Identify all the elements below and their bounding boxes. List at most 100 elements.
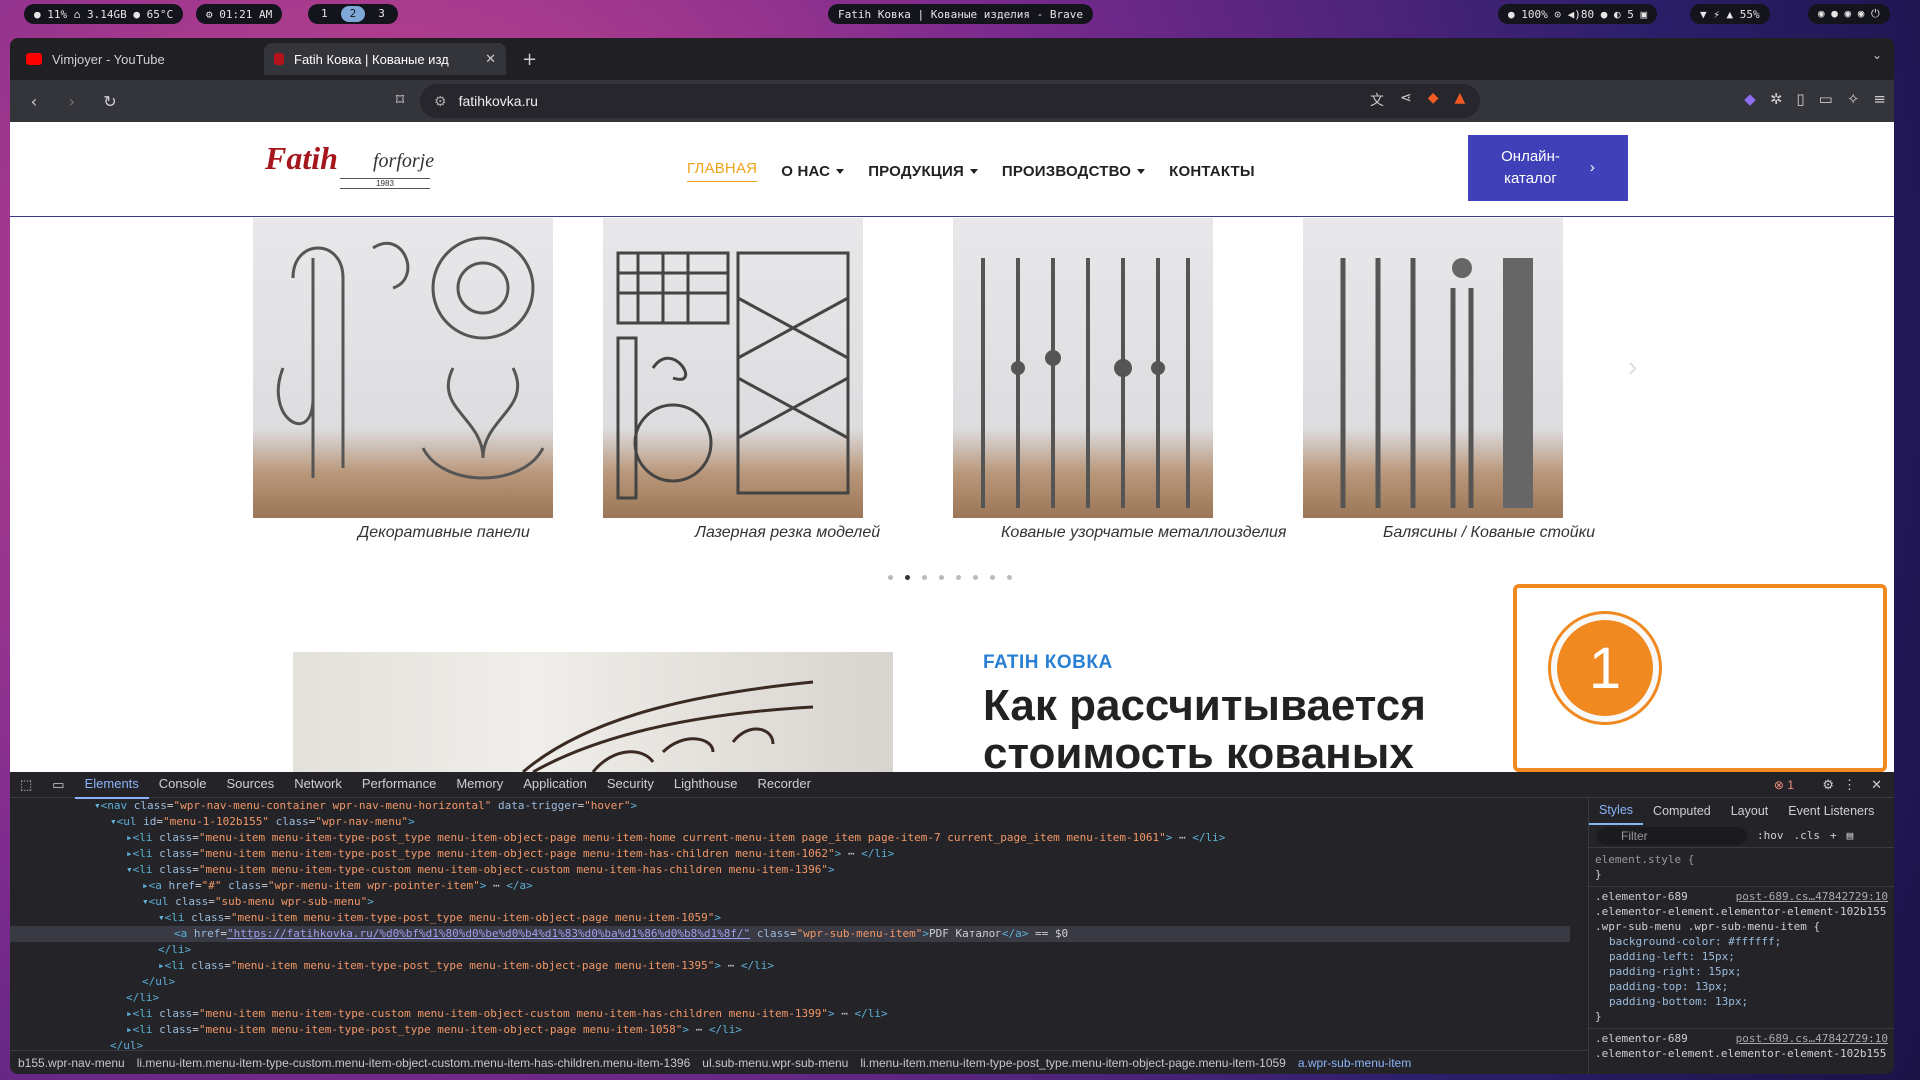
dom-node[interactable]: <a href="https://fatihkovka.ru/%d0%bf%d1… bbox=[10, 926, 1570, 942]
more-options-icon[interactable]: ⋮ bbox=[1843, 777, 1856, 793]
css-property[interactable]: padding-top: 13px; bbox=[1609, 979, 1888, 994]
css-property[interactable]: background-color: #ffffff; bbox=[1609, 934, 1888, 949]
tab-youtube[interactable]: Vimjoyer - YouTube bbox=[16, 43, 258, 75]
error-count[interactable]: ⊗ 1 bbox=[1774, 778, 1794, 792]
slide-forged-items[interactable] bbox=[953, 218, 1213, 518]
carousel-dot[interactable] bbox=[905, 575, 910, 580]
dom-tree[interactable]: ▾<nav class="wpr-nav-menu-container wpr-… bbox=[10, 798, 1570, 1050]
device-toolbar-icon[interactable]: ▭ bbox=[42, 772, 74, 798]
bookmark-icon[interactable]: ⌑ bbox=[388, 90, 412, 109]
workspace-2[interactable]: 2 bbox=[340, 6, 366, 22]
sidebar-icon[interactable]: ▯ bbox=[1796, 90, 1804, 108]
nav-item-3[interactable]: ПРОИЗВОДСТВО bbox=[1002, 160, 1146, 182]
dom-node[interactable]: ▸<a href="#" class="wpr-menu-item wpr-po… bbox=[10, 878, 1570, 894]
close-devtools-icon[interactable]: ✕ bbox=[1871, 777, 1882, 793]
devtools-tab[interactable]: Elements bbox=[74, 771, 149, 799]
dom-node[interactable]: ▾<ul id="menu-1-102b155" class="wpr-nav-… bbox=[10, 814, 1570, 830]
carousel-dot[interactable] bbox=[888, 575, 893, 580]
brave-rewards-icon[interactable]: ▲ bbox=[1455, 90, 1466, 110]
carousel-dot[interactable] bbox=[973, 575, 978, 580]
site-logo[interactable]: Fatih forforje 1983 bbox=[265, 140, 445, 198]
brave-shields-icon[interactable]: ◆ bbox=[1428, 90, 1439, 110]
nav-item-0[interactable]: ГЛАВНАЯ bbox=[687, 160, 758, 182]
css-property[interactable]: padding-bottom: 13px; bbox=[1609, 994, 1888, 1009]
slide-decorative-panels[interactable] bbox=[253, 218, 553, 518]
devtools-tab[interactable]: Recorder bbox=[747, 771, 820, 799]
inspect-element-icon[interactable]: ⬚ bbox=[10, 772, 42, 798]
devtools-tab[interactable]: Network bbox=[284, 771, 352, 799]
dom-node[interactable]: ▸<li class="menu-item menu-item-type-pos… bbox=[10, 846, 1570, 862]
breadcrumb-item[interactable]: a.wpr-sub-menu-item bbox=[1298, 1056, 1411, 1070]
rule-source-link[interactable]: post-689.cs…47842729:10 bbox=[1736, 889, 1888, 904]
devtools-tab[interactable]: Security bbox=[597, 771, 664, 799]
nav-item-4[interactable]: КОНТАКТЫ bbox=[1169, 160, 1255, 182]
close-tab-icon[interactable]: ✕ bbox=[485, 51, 496, 67]
add-rule-icon[interactable]: + bbox=[1830, 828, 1837, 843]
extensions-icon[interactable]: ✲ bbox=[1770, 90, 1783, 108]
devtools-tab[interactable]: Performance bbox=[352, 771, 446, 799]
dom-node[interactable]: </ul> bbox=[10, 1038, 1570, 1050]
address-bar[interactable]: ⚙ fatihkovka.ru bbox=[420, 84, 1480, 118]
share-icon[interactable]: ⋖ bbox=[1400, 90, 1412, 110]
leo-icon[interactable]: ◆ bbox=[1744, 90, 1756, 108]
computed-toggle-icon[interactable]: ▤ bbox=[1847, 828, 1854, 843]
breadcrumb-item[interactable]: li.menu-item.menu-item-type-custom.menu-… bbox=[137, 1056, 691, 1070]
slide-balusters[interactable] bbox=[1303, 218, 1563, 518]
menu-icon[interactable]: ≡ bbox=[1873, 90, 1886, 108]
tab-fatih[interactable]: Fatih Ковка | Кованые изд ✕ bbox=[264, 43, 506, 75]
dom-node[interactable]: ▾<nav class="wpr-nav-menu-container wpr-… bbox=[10, 798, 1570, 814]
carousel-dot[interactable] bbox=[922, 575, 927, 580]
carousel-prev-icon[interactable]: ‹ bbox=[272, 351, 281, 383]
carousel-dot[interactable] bbox=[939, 575, 944, 580]
devtools-tab[interactable]: Lighthouse bbox=[664, 771, 748, 799]
carousel-dot[interactable] bbox=[956, 575, 961, 580]
styles-subtab[interactable]: Layout bbox=[1721, 798, 1779, 824]
carousel-dot[interactable] bbox=[990, 575, 995, 580]
workspaces[interactable]: 123 bbox=[308, 4, 398, 24]
workspace-3[interactable]: 3 bbox=[369, 6, 394, 22]
dom-node[interactable]: ▾<li class="menu-item menu-item-type-cus… bbox=[10, 862, 1570, 878]
slide-laser-cut[interactable] bbox=[603, 218, 863, 518]
workspace-1[interactable]: 1 bbox=[312, 6, 337, 22]
styles-subtab[interactable]: Event Listeners bbox=[1778, 798, 1884, 824]
dom-node[interactable]: </li> bbox=[10, 942, 1570, 958]
status-indicators[interactable]: ● 100% ⊙ ◀)80 ● ◐ 5 ▣ bbox=[1498, 4, 1658, 24]
tab-list-chevron-icon[interactable]: ⌄ bbox=[1872, 48, 1882, 62]
devtools-tab[interactable]: Application bbox=[513, 771, 597, 799]
carousel-next-icon[interactable]: › bbox=[1628, 351, 1637, 383]
back-icon[interactable]: ‹ bbox=[22, 92, 46, 111]
css-property[interactable]: padding-right: 15px; bbox=[1609, 964, 1888, 979]
dom-node[interactable]: ▸<li class="menu-item menu-item-type-pos… bbox=[10, 830, 1570, 846]
ai-icon[interactable]: ✧ bbox=[1847, 90, 1860, 108]
breadcrumb-item[interactable]: ul.sub-menu.wpr-sub-menu bbox=[702, 1056, 848, 1070]
settings-gear-icon[interactable]: ⚙ bbox=[1822, 777, 1834, 793]
online-catalog-button[interactable]: Онлайн- каталог › bbox=[1468, 135, 1628, 201]
dom-node[interactable]: </li> bbox=[10, 990, 1570, 1006]
site-info-icon[interactable]: ⚙ bbox=[434, 93, 447, 110]
rule-source-link[interactable]: post-689.cs…47842729:10 bbox=[1736, 1031, 1888, 1046]
carousel-dots[interactable] bbox=[888, 575, 1012, 580]
breadcrumb-item[interactable]: li.menu-item.menu-item-type-post_type.me… bbox=[860, 1056, 1286, 1070]
reload-icon[interactable]: ↻ bbox=[98, 92, 122, 111]
hov-toggle[interactable]: :hov bbox=[1757, 828, 1784, 843]
cls-toggle[interactable]: .cls bbox=[1794, 828, 1821, 843]
nav-item-2[interactable]: ПРОДУКЦИЯ bbox=[868, 160, 978, 182]
carousel-dot[interactable] bbox=[1007, 575, 1012, 580]
nav-item-1[interactable]: О НАС bbox=[781, 160, 845, 182]
dom-node[interactable]: ▾<li class="menu-item menu-item-type-pos… bbox=[10, 910, 1570, 926]
styles-subtab[interactable]: Styles bbox=[1589, 797, 1644, 825]
dom-node[interactable]: ▾<ul class="sub-menu wpr-sub-menu"> bbox=[10, 894, 1570, 910]
new-tab-button[interactable]: + bbox=[512, 49, 547, 70]
dom-node[interactable]: </ul> bbox=[10, 974, 1570, 990]
devtools-tab[interactable]: Console bbox=[149, 771, 217, 799]
forward-icon[interactable]: › bbox=[60, 92, 84, 111]
network-battery[interactable]: ▼ ⚡ ▲ 55% bbox=[1690, 4, 1770, 24]
breadcrumb-item[interactable]: b155.wpr-nav-menu bbox=[18, 1056, 125, 1070]
styles-subtab[interactable]: Computed bbox=[1643, 798, 1721, 824]
dom-node[interactable]: ▸<li class="menu-item menu-item-type-pos… bbox=[10, 1022, 1570, 1038]
css-property[interactable]: padding-left: 15px; bbox=[1609, 949, 1888, 964]
styles-filter-input[interactable]: Filter bbox=[1597, 826, 1747, 845]
tray[interactable]: ◉ ● ◉ ◉ ⏻ bbox=[1808, 4, 1890, 24]
dom-node[interactable]: ▸<li class="menu-item menu-item-type-cus… bbox=[10, 1006, 1570, 1022]
devtools-tab[interactable]: Sources bbox=[217, 771, 285, 799]
